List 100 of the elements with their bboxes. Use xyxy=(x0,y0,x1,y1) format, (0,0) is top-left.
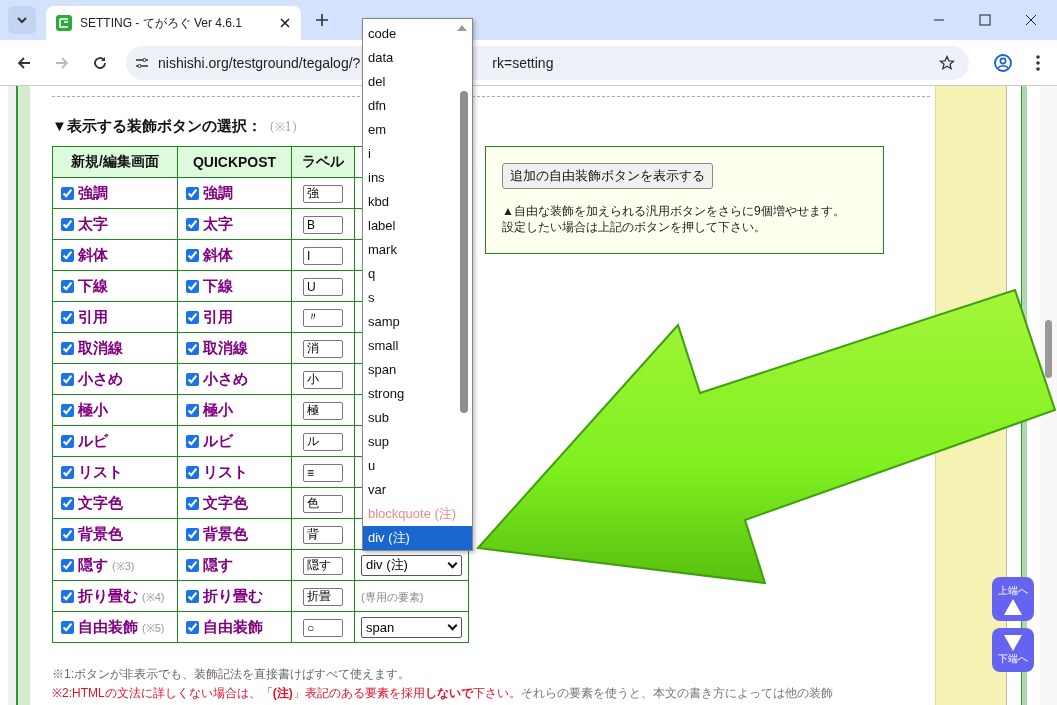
url-text: rk=setting xyxy=(492,54,554,71)
button-name: 自由装飾 xyxy=(203,617,263,637)
checkbox[interactable] xyxy=(61,310,74,324)
checkbox[interactable] xyxy=(186,248,199,262)
button-name: 文字色 xyxy=(203,493,248,513)
scroll-to-bottom-button[interactable]: 下端へ xyxy=(992,628,1034,672)
dropdown-option[interactable]: div (注) xyxy=(363,526,472,550)
checkbox[interactable] xyxy=(61,279,74,293)
checkbox[interactable] xyxy=(61,186,74,200)
dropdown-option[interactable]: code xyxy=(363,22,472,46)
checkbox[interactable] xyxy=(61,434,74,448)
button-name: 下線 xyxy=(78,276,108,296)
footnote: ※1:ボタンが非表示でも、装飾記法を直接書けばすべて使えます。 xyxy=(52,666,411,683)
label-input[interactable]: 〃 xyxy=(303,308,343,327)
checkbox[interactable] xyxy=(186,279,199,293)
label-input[interactable]: 隠す xyxy=(303,556,343,575)
button-name: 極小 xyxy=(78,400,108,420)
label-input[interactable]: ル xyxy=(303,432,343,451)
checkbox[interactable] xyxy=(186,310,199,324)
close-icon[interactable] xyxy=(279,17,291,29)
column-header: 新規/編集画面 xyxy=(52,146,178,178)
checkbox[interactable] xyxy=(61,496,74,510)
button-name: 隠す xyxy=(203,555,233,575)
label-input[interactable]: ≡ xyxy=(303,463,343,482)
new-tab-icon[interactable] xyxy=(315,13,329,27)
label-input[interactable]: 極 xyxy=(303,401,343,420)
dropdown-option[interactable]: sub xyxy=(363,406,472,430)
scrollbar-thumb[interactable] xyxy=(460,91,468,413)
checkbox[interactable] xyxy=(61,465,74,479)
label-input[interactable]: 背 xyxy=(303,525,343,544)
label-input[interactable]: 強 xyxy=(303,184,343,203)
checkbox[interactable] xyxy=(61,217,74,231)
checkbox[interactable] xyxy=(61,341,74,355)
footnote: それらの要素を使うと、本文の書き方によっては他の装飾 xyxy=(520,686,833,701)
back-icon[interactable] xyxy=(16,54,32,71)
dropdown-option[interactable]: s xyxy=(363,286,472,310)
label-input[interactable]: B xyxy=(303,215,343,234)
checkbox[interactable] xyxy=(186,217,199,231)
checkbox[interactable] xyxy=(186,589,199,603)
scroll-up-icon[interactable] xyxy=(457,25,467,31)
checkbox[interactable] xyxy=(61,620,74,634)
checkbox[interactable] xyxy=(61,527,74,541)
dropdown-option[interactable]: i xyxy=(363,142,472,166)
label-input[interactable]: 消 xyxy=(303,339,343,358)
element-select[interactable]: div (注) xyxy=(361,554,462,576)
element-select[interactable]: span xyxy=(361,616,462,638)
dropdown-option[interactable]: q xyxy=(363,262,472,286)
dropdown-option[interactable]: mark xyxy=(363,238,472,262)
checkbox[interactable] xyxy=(61,372,74,386)
button-name: 斜体 xyxy=(78,245,108,265)
dropdown-option[interactable]: em xyxy=(363,118,472,142)
dropdown-option[interactable]: samp xyxy=(363,310,472,334)
reload-icon[interactable] xyxy=(92,54,108,71)
checkbox[interactable] xyxy=(186,403,199,417)
scroll-to-top-button[interactable]: 上端へ xyxy=(992,577,1034,621)
checkbox[interactable] xyxy=(186,341,199,355)
dropdown-option[interactable]: label xyxy=(363,214,472,238)
dropdown-option[interactable]: strong xyxy=(363,382,472,406)
button-name: 下線 xyxy=(203,276,233,296)
star-icon[interactable] xyxy=(939,54,955,71)
dropdown-option[interactable]: dfn xyxy=(363,94,472,118)
label-input[interactable]: 小 xyxy=(303,370,343,389)
checkbox[interactable] xyxy=(186,558,199,572)
maximize-icon[interactable] xyxy=(979,14,991,26)
browser-tab[interactable]: SETTING - てがろぐ Ver 4.6.1 xyxy=(46,6,301,40)
button-name: 強調 xyxy=(203,183,233,203)
profile-icon[interactable] xyxy=(993,52,1013,73)
tab-list-button[interactable] xyxy=(8,6,36,34)
checkbox[interactable] xyxy=(186,434,199,448)
dropdown-option[interactable]: ins xyxy=(363,166,472,190)
checkbox[interactable] xyxy=(186,186,199,200)
checkbox[interactable] xyxy=(61,248,74,262)
checkbox[interactable] xyxy=(61,589,74,603)
checkbox[interactable] xyxy=(186,372,199,386)
menu-icon[interactable] xyxy=(1035,53,1041,72)
column-header: QUICKPOST xyxy=(177,146,292,178)
dropdown-option[interactable]: span xyxy=(363,358,472,382)
checkbox[interactable] xyxy=(186,465,199,479)
label-input[interactable]: 折畳 xyxy=(303,587,343,606)
dropdown-option[interactable]: u xyxy=(363,454,472,478)
footnote-mark: (※1) xyxy=(269,119,297,135)
scrollbar[interactable] xyxy=(1040,86,1057,705)
checkbox[interactable] xyxy=(61,558,74,572)
dropdown-option[interactable]: var xyxy=(363,478,472,502)
checkbox[interactable] xyxy=(61,403,74,417)
label-input[interactable]: ○ xyxy=(303,618,343,637)
label-input[interactable]: I xyxy=(303,246,343,265)
show-extra-buttons-button[interactable]: 追加の自由装飾ボタンを表示する xyxy=(502,163,713,189)
checkbox[interactable] xyxy=(186,496,199,510)
dropdown-option[interactable]: data xyxy=(363,46,472,70)
dropdown-option[interactable]: small xyxy=(363,334,472,358)
label-input[interactable]: 色 xyxy=(303,494,343,513)
button-name: 文字色 xyxy=(78,493,123,513)
dropdown-option[interactable]: sup xyxy=(363,430,472,454)
checkbox[interactable] xyxy=(186,620,199,634)
checkbox[interactable] xyxy=(186,527,199,541)
footnote-mark: (※3) xyxy=(112,558,135,573)
close-icon[interactable] xyxy=(1025,14,1037,26)
dropdown-option[interactable]: kbd xyxy=(363,190,472,214)
label-input[interactable]: U xyxy=(303,277,343,296)
